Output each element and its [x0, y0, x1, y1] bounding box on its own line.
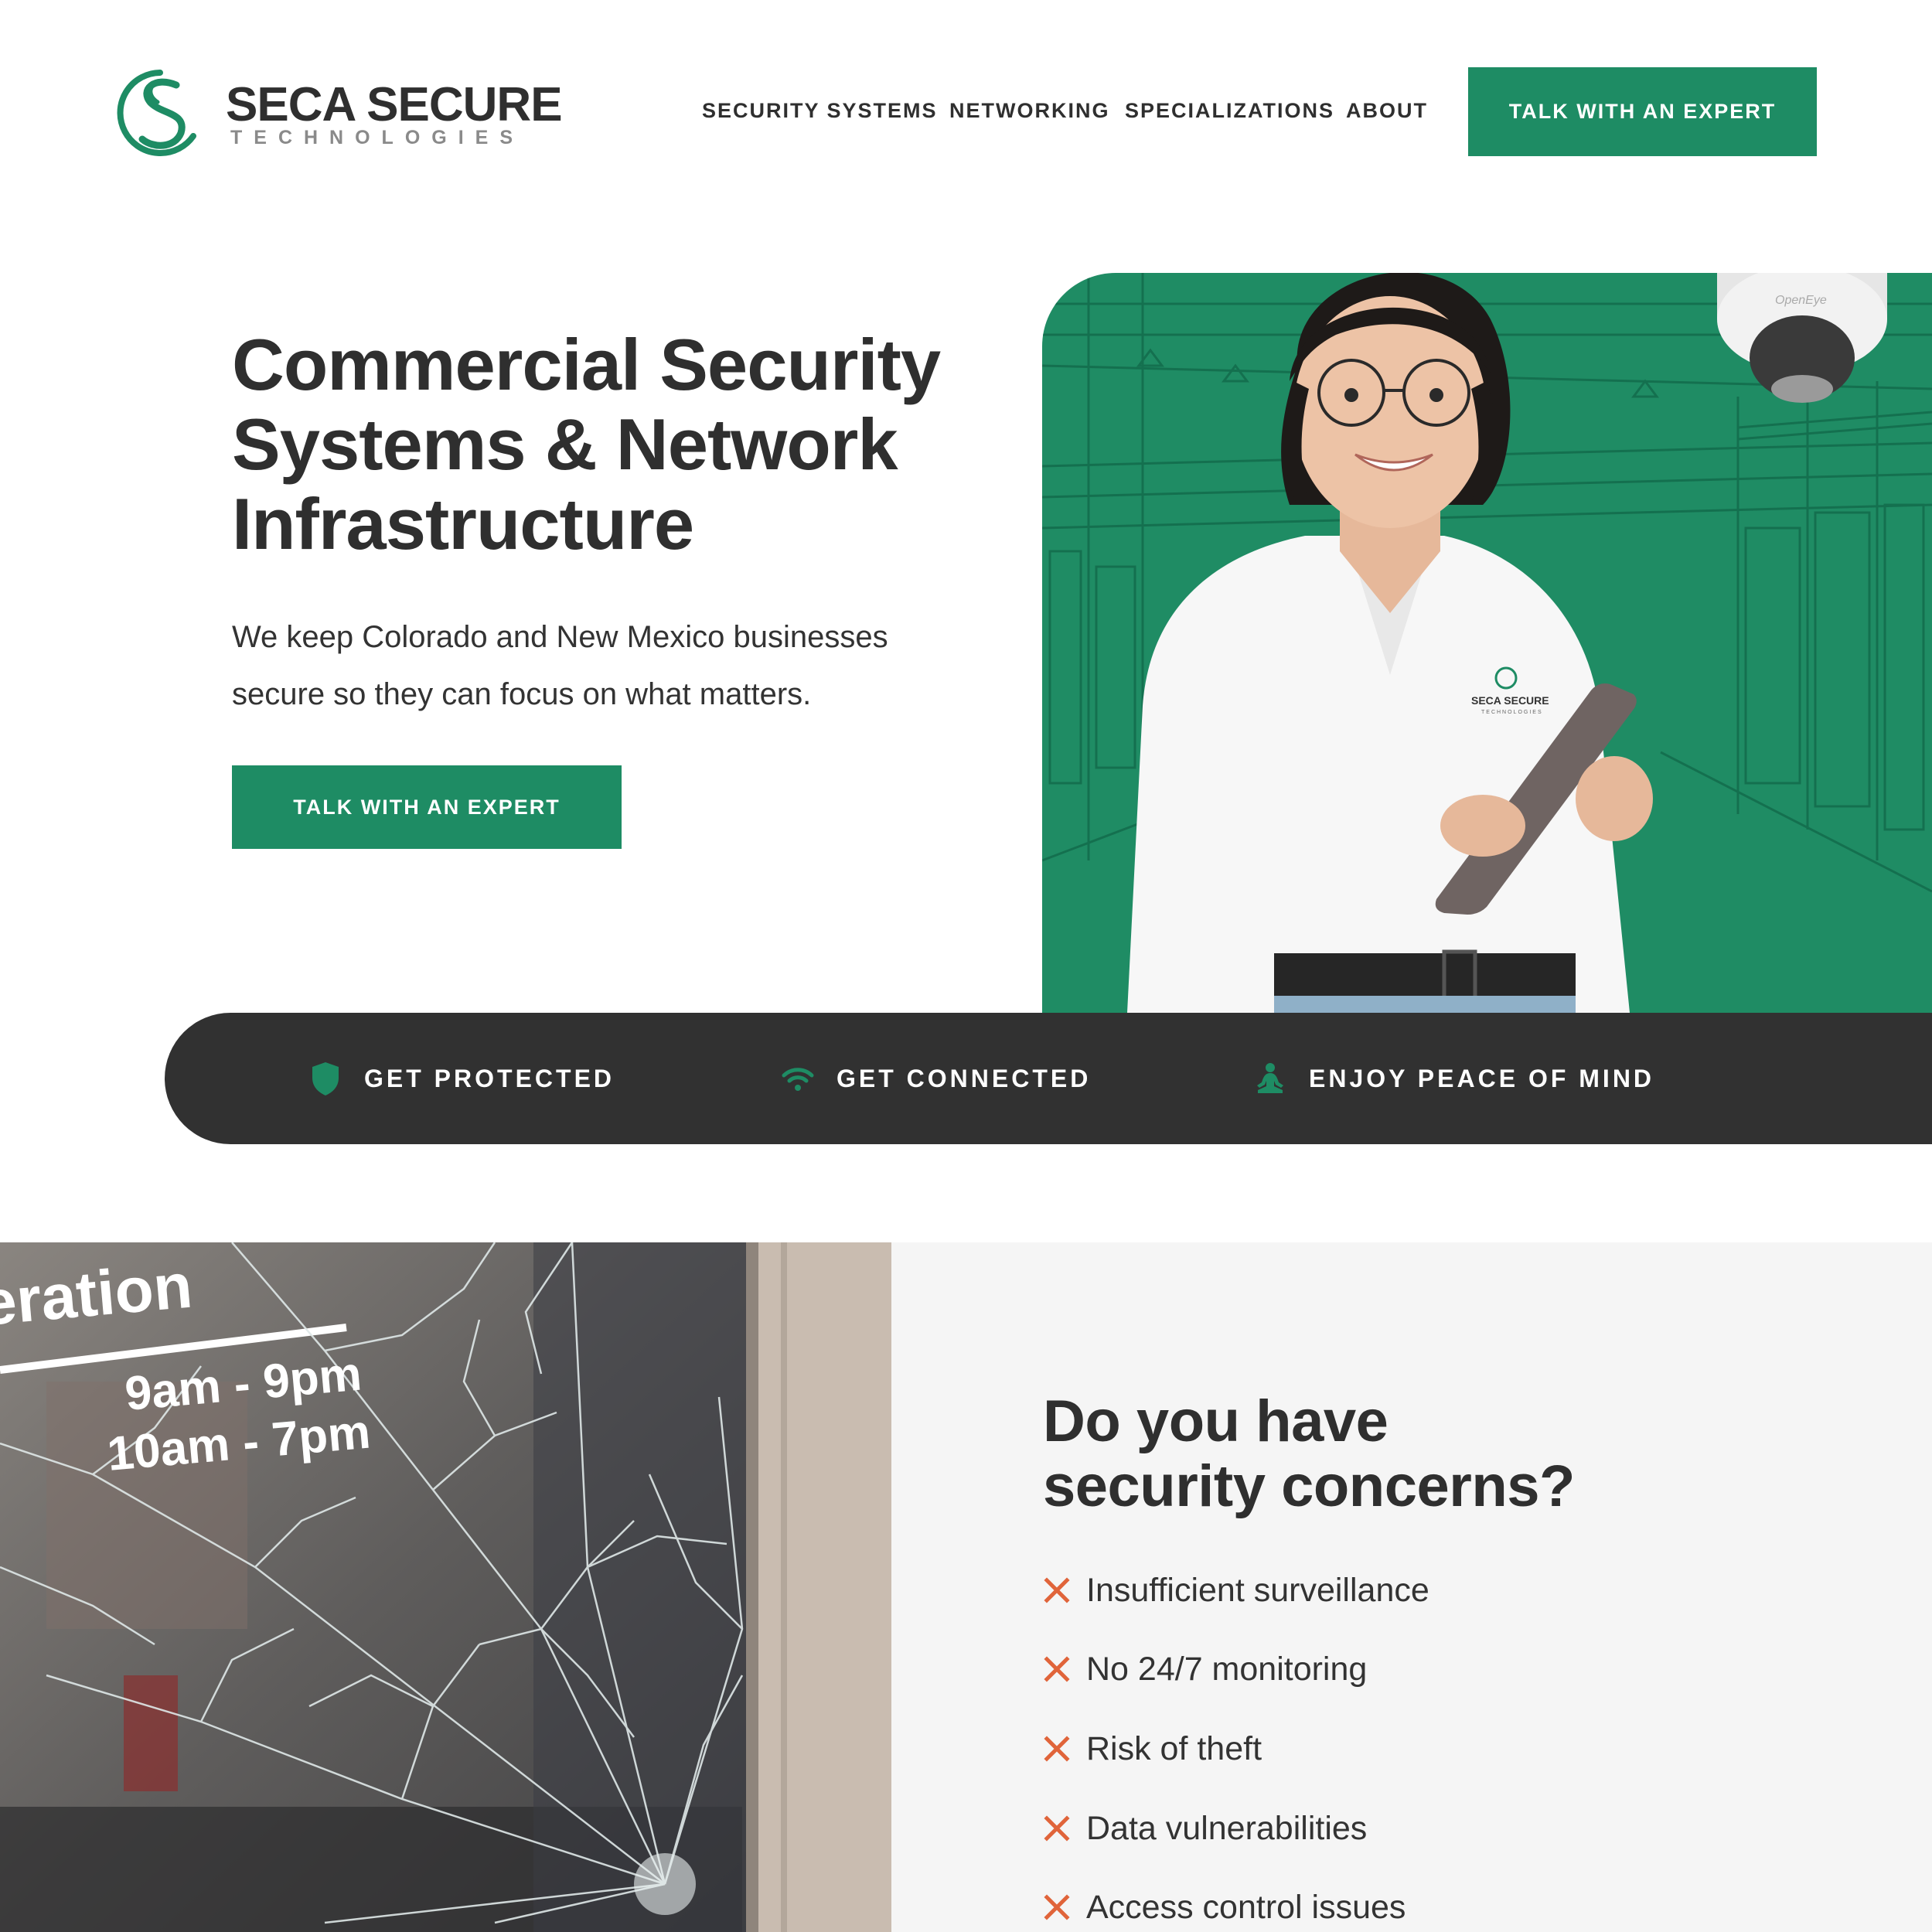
shirt-logo-name: SECA SECURE — [1471, 694, 1549, 707]
warehouse-illustration: OpenEye SECA SECURE TECHNOLOGIES — [1042, 273, 1932, 1013]
wifi-icon — [781, 1059, 815, 1098]
concerns-title: Do you have security concerns? — [1043, 1389, 1575, 1519]
concern-item: Risk of theft — [1043, 1726, 1262, 1772]
concerns-title-line: security concerns? — [1043, 1453, 1575, 1519]
feature-bar: GET PROTECTED GET CONNECTED ENJOY PEACE … — [165, 1013, 1932, 1144]
nav-about[interactable]: ABOUT — [1346, 99, 1428, 125]
logo-mark-icon — [117, 70, 196, 156]
site-header: SECA SECURE TECHNOLOGIES SECURITY SYSTEM… — [0, 0, 1932, 224]
shirt-logo-sub: TECHNOLOGIES — [1481, 710, 1543, 715]
concern-text: Insufficient surveillance — [1086, 1571, 1429, 1609]
concern-text: Data vulnerabilities — [1086, 1809, 1368, 1847]
brand-name: SECA SECURE — [226, 78, 563, 131]
feature-get-protected: GET PROTECTED — [308, 1055, 615, 1102]
feature-label: GET CONNECTED — [837, 1064, 1092, 1092]
concern-item: Insufficient surveillance — [1043, 1567, 1429, 1613]
concern-item: Access control issues — [1043, 1884, 1406, 1930]
camera-brand: OpenEye — [1775, 294, 1827, 307]
brand-tagline: TECHNOLOGIES — [230, 127, 525, 148]
header-talk-expert-button[interactable]: TALK WITH AN EXPERT — [1468, 67, 1817, 156]
x-icon — [1044, 1894, 1070, 1920]
broken-glass-illustration — [0, 1242, 891, 1932]
hero-title-line: Commercial Security — [232, 324, 941, 405]
nav-networking[interactable]: NETWORKING — [949, 99, 1109, 125]
concerns-title-line: Do you have — [1043, 1389, 1389, 1454]
feature-get-connected: GET CONNECTED — [781, 1055, 1091, 1102]
feature-label: GET PROTECTED — [364, 1064, 615, 1092]
x-icon — [1044, 1656, 1070, 1682]
concern-text: No 24/7 monitoring — [1086, 1650, 1368, 1688]
feature-peace-of-mind: ENJOY PEACE OF MIND — [1253, 1055, 1654, 1102]
hero-description: We keep Colorado and New Mexico business… — [232, 608, 928, 723]
nav-security-systems[interactable]: SECURITY SYSTEMS — [702, 99, 938, 125]
broken-glass-photo — [0, 1242, 891, 1932]
shield-icon — [308, 1059, 342, 1098]
meditation-icon — [1253, 1059, 1287, 1098]
hero-title: Commercial Security Systems & Network In… — [232, 325, 966, 564]
hero-description-line: secure so they can focus on what matters… — [232, 677, 812, 711]
hero-description-line: We keep Colorado and New Mexico business… — [232, 620, 888, 654]
security-concerns-section: Do you have security concerns? Insuffici… — [891, 1242, 1932, 1932]
concern-item: No 24/7 monitoring — [1043, 1646, 1367, 1692]
x-icon — [1044, 1815, 1070, 1842]
x-icon — [1044, 1736, 1070, 1762]
hero-image-panel: OpenEye SECA SECURE TECHNOLOGIES — [1042, 273, 1932, 1013]
concern-text: Risk of theft — [1086, 1729, 1262, 1767]
nav-specializations[interactable]: SPECIALIZATIONS — [1125, 99, 1334, 125]
hero-title-line: Infrastructure — [232, 483, 694, 564]
brand-logo[interactable]: SECA SECURE TECHNOLOGIES — [116, 68, 563, 161]
concern-text: Access control issues — [1086, 1888, 1406, 1926]
hero-title-line: Systems & Network — [232, 404, 898, 485]
feature-label: ENJOY PEACE OF MIND — [1309, 1064, 1655, 1092]
professional-woman-photo: SECA SECURE TECHNOLOGIES — [1127, 273, 1653, 1013]
concern-item: Data vulnerabilities — [1043, 1805, 1367, 1852]
hero-talk-expert-button[interactable]: TALK WITH AN EXPERT — [232, 765, 622, 849]
x-icon — [1044, 1577, 1070, 1603]
